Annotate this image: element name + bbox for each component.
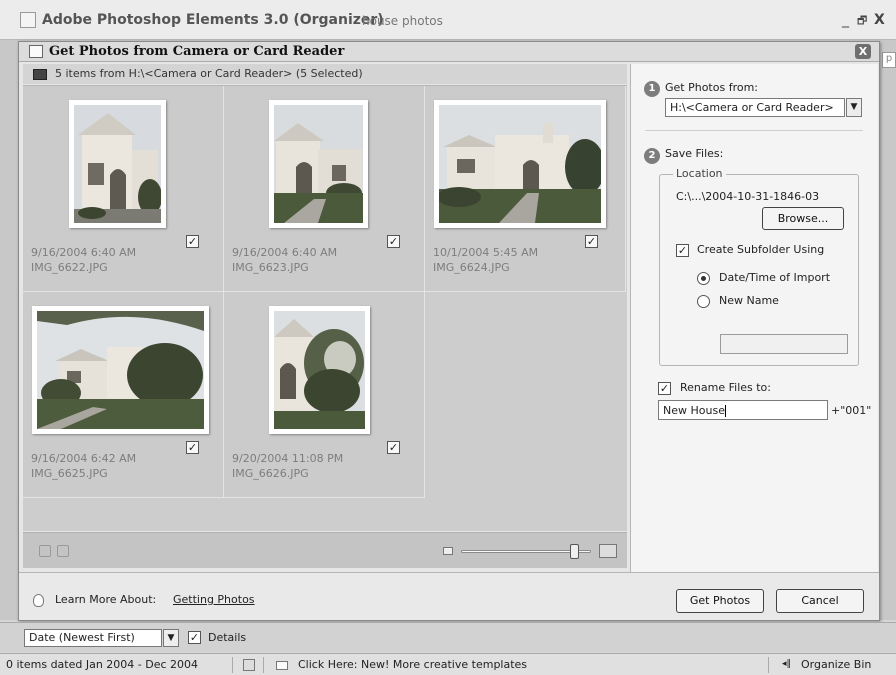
help-field[interactable]: p [882,52,896,68]
divider [768,657,769,673]
getting-photos-link[interactable]: Getting Photos [173,593,255,606]
divider [263,657,264,673]
photo-select-checkbox[interactable]: ✓ [387,441,400,454]
photo-filename: IMG_6622.JPG [31,261,108,274]
photo-filename: IMG_6624.JPG [433,261,510,274]
restore-button[interactable]: 🗗 [857,12,867,31]
rotate-right-icon[interactable] [57,545,69,557]
envelope-icon [276,661,288,670]
camera-icon [29,45,43,58]
get-photos-from-label: Get Photos from: [665,81,759,94]
photo-select-checkbox[interactable]: ✓ [585,235,598,248]
slider-handle[interactable] [570,544,580,559]
radio-new-name-label: New Name [719,294,779,307]
photo-item[interactable]: ✓ 9/16/2004 6:40 AM IMG_6623.JPG [224,86,425,292]
dialog-footer: Learn More About: Getting Photos Get Pho… [19,572,879,620]
app-logo-icon [20,12,36,28]
house-photo-1 [74,105,162,223]
dialog-close-button[interactable]: X [855,44,871,59]
step-2-icon: 2 [644,148,660,164]
photo-date: 9/20/2004 11:08 PM [232,452,344,465]
photo-filename: IMG_6625.JPG [31,467,108,480]
photo-thumbnail[interactable] [69,100,166,228]
app-subtitle: house photos [362,14,443,28]
photo-item[interactable]: ✓ 9/16/2004 6:40 AM IMG_6622.JPG [23,86,224,292]
photo-select-checkbox[interactable]: ✓ [387,235,400,248]
thumbnail-header: 5 items from H:\<Camera or Card Reader> … [23,64,627,84]
organizer-sort-bar: Date (Newest First) ▼ ✓ Details [0,622,896,652]
location-legend: Location [673,167,726,180]
photo-item[interactable]: ✓ 10/1/2004 5:45 AM IMG_6624.JPG [425,86,626,292]
photo-date: 9/16/2004 6:40 AM [31,246,137,259]
rename-value: New House [663,404,725,417]
learn-more-label: Learn More About: [55,593,157,606]
house-photo-2 [274,105,363,223]
app-title: Adobe Photoshop Elements 3.0 (Organizer) [42,12,384,28]
house-photo-4 [37,311,204,429]
details-checkbox[interactable]: ✓ [188,631,201,644]
status-text: 0 items dated Jan 2004 - Dec 2004 [6,658,199,671]
photo-item[interactable]: ✓ 9/20/2004 11:08 PM IMG_6626.JPG [224,292,425,498]
photo-thumbnail[interactable] [32,306,209,434]
photo-thumbnail[interactable] [269,100,368,228]
sort-order-select[interactable]: Date (Newest First) [24,629,162,647]
lightbulb-icon [33,594,44,607]
promo-link[interactable]: Click Here: New! More creative templates [298,658,527,671]
close-app-button[interactable]: X [874,12,885,28]
minimize-button[interactable]: _ [842,12,849,28]
organize-bin-icon[interactable]: ◂‖ [782,659,791,669]
dialog-titlebar: Get Photos from Camera or Card Reader X [19,42,879,62]
details-label: Details [208,631,247,644]
step-1-icon: 1 [644,81,660,97]
dialog-title: Get Photos from Camera or Card Reader [49,44,345,59]
photo-date: 9/16/2004 6:42 AM [31,452,137,465]
small-thumbnail-icon[interactable] [443,547,453,555]
divider [232,657,233,673]
radio-date-time[interactable] [697,272,710,285]
status-bar: 0 items dated Jan 2004 - Dec 2004 Click … [0,653,896,675]
get-photos-dialog: Get Photos from Camera or Card Reader X … [18,41,880,621]
rename-files-label: Rename Files to: [680,381,771,394]
organize-bin-label[interactable]: Organize Bin [801,658,871,671]
create-subfolder-checkbox[interactable]: ✓ [676,244,689,257]
chevron-down-icon[interactable]: ▼ [846,98,862,117]
chevron-down-icon[interactable]: ▼ [163,629,179,647]
get-photos-button[interactable]: Get Photos [676,589,764,613]
divider [645,130,863,131]
photo-select-checkbox[interactable]: ✓ [186,235,199,248]
radio-new-name[interactable] [697,295,710,308]
large-thumbnail-icon[interactable] [599,544,617,558]
thumbnail-toolbar [23,532,627,568]
rename-input[interactable]: New House [658,400,828,420]
save-files-label: Save Files: [665,147,724,160]
settings-panel: 1 Get Photos from: H:\<Camera or Card Re… [630,64,878,572]
browse-button[interactable]: Browse... [762,207,844,230]
photo-thumbnail[interactable] [434,100,606,228]
cancel-button[interactable]: Cancel [776,589,864,613]
app-titlebar: Adobe Photoshop Elements 3.0 (Organizer)… [0,0,896,40]
printer-icon[interactable] [243,659,255,671]
house-photo-5 [274,311,365,429]
photo-filename: IMG_6623.JPG [232,261,309,274]
thumbnail-grid: ✓ 9/16/2004 6:40 AM IMG_6622.JPG ✓ 9/16/… [23,85,627,531]
location-path: C:\...\2004-10-31-1846-03 [676,190,820,203]
photo-select-checkbox[interactable]: ✓ [186,441,199,454]
rename-files-checkbox[interactable]: ✓ [658,382,671,395]
photo-date: 10/1/2004 5:45 AM [433,246,539,259]
text-cursor [724,405,726,417]
new-name-input[interactable] [720,334,848,354]
rename-suffix: +"001" [831,404,872,417]
items-summary: 5 items from H:\<Camera or Card Reader> … [55,67,363,80]
rotate-left-icon[interactable] [39,545,51,557]
photo-filename: IMG_6626.JPG [232,467,309,480]
create-subfolder-label: Create Subfolder Using [697,243,825,256]
photo-thumbnail[interactable] [269,306,370,434]
photo-item[interactable]: ✓ 9/16/2004 6:42 AM IMG_6625.JPG [23,292,224,498]
radio-date-time-label: Date/Time of Import [719,271,831,284]
film-strip-icon [33,69,47,80]
source-select[interactable]: H:\<Camera or Card Reader> [665,98,845,117]
house-photo-3 [437,105,605,223]
photo-date: 9/16/2004 6:40 AM [232,246,338,259]
radio-selected-dot [701,276,706,281]
